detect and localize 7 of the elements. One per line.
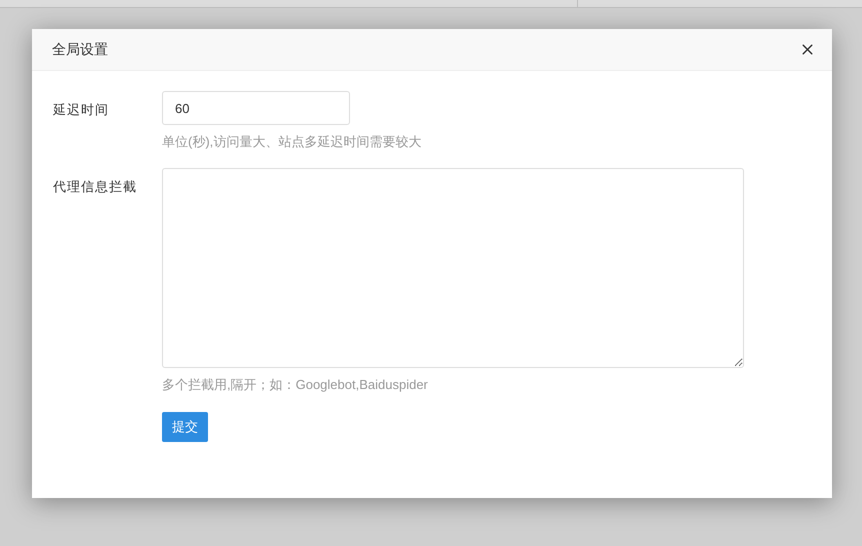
input-field[interactable]: 60 <box>162 91 350 125</box>
help-text: 单位(秒),访问量大、站点多延迟时间需要较大 <box>162 133 422 151</box>
help-text: 多个拦截用,隔开；如：Googlebot,Baiduspider <box>162 376 429 394</box>
submit-button[interactable]: 提交 <box>162 412 208 442</box>
field-label: 代理信息拦截 <box>53 178 138 196</box>
field-label: 延迟时间 <box>53 101 110 119</box>
dialog-title: 全局设置 <box>52 40 108 59</box>
